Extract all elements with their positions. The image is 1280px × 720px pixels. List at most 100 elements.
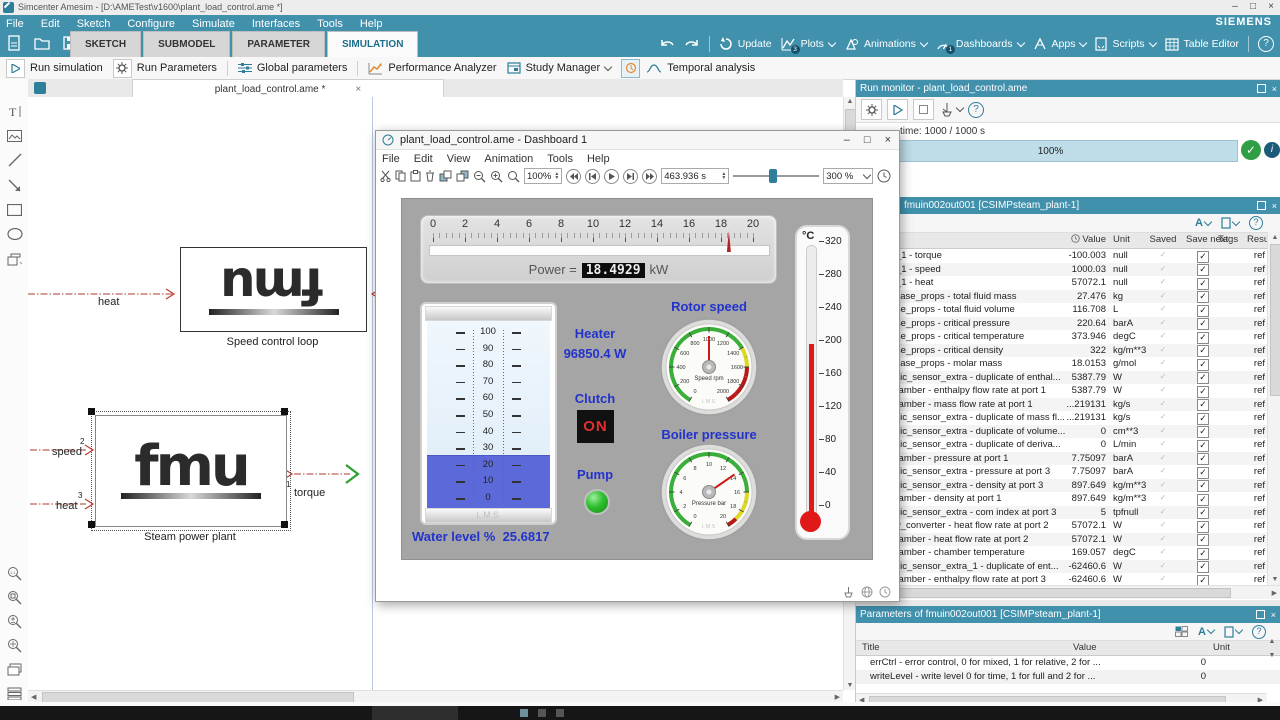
variables-horizontal-scrollbar[interactable]: ▶ [856,585,1280,599]
zoom-selection-icon[interactable] [6,637,23,654]
menu-item-sketch[interactable]: Sketch [77,18,111,30]
zoom-spinner[interactable]: 100%▲▼ [524,168,562,184]
plots-button[interactable]: 3 Plots [781,37,835,51]
variable-row[interactable]: @two_phase_props - molar mass18.0153g/mo… [856,357,1267,371]
save-next-checkbox[interactable]: ✓ [1197,453,1209,465]
dashboard-close-button[interactable]: × [885,134,891,146]
image-tool-icon[interactable] [6,127,23,144]
send-backward-icon[interactable] [456,170,469,182]
menu-item-help[interactable]: Help [360,18,383,30]
time-spinner[interactable]: 463.936 s▲▼ [661,168,729,184]
tab-close-icon[interactable]: × [355,84,361,95]
parameter-value[interactable]: 0 [1106,657,1206,668]
arrow-tool-icon[interactable] [6,177,23,194]
menu-item-file[interactable]: File [382,153,400,165]
close-panel-icon[interactable]: × [1271,610,1276,620]
temporal-analysis-button[interactable]: Temporal analysis [621,59,755,78]
layout-grid-icon[interactable] [1175,626,1188,637]
column-title[interactable]: Title [862,642,880,653]
step-forward-button[interactable] [623,169,638,184]
parameter-value[interactable]: 0 [1106,671,1206,682]
save-next-checkbox[interactable]: ✓ [1197,480,1209,492]
performance-analyzer-button[interactable]: Performance Analyzer [368,62,496,75]
save-next-checkbox[interactable]: ✓ [1197,494,1209,506]
save-next-checkbox[interactable]: ✓ [1197,440,1209,452]
zoom-100-icon[interactable]: 1:1 [6,565,23,582]
variable-row[interactable]: two_phase_props - total fluid volume116.… [856,303,1267,317]
menu-item-interfaces[interactable]: Interfaces [252,18,300,30]
variable-row[interactable]: tpf_generic_sensor_extra - duplicate of … [856,425,1267,439]
taskbar-icon[interactable] [556,709,564,717]
menu-item-simulate[interactable]: Simulate [192,18,235,30]
save-next-checkbox[interactable]: ✓ [1197,359,1209,371]
rewind-button[interactable] [566,169,581,184]
cut-icon[interactable] [380,170,391,182]
menu-item-edit[interactable]: Edit [41,18,60,30]
tab-sketch[interactable]: SKETCH [70,31,141,57]
close-panel-icon[interactable]: × [1272,201,1277,211]
export-icon[interactable] [1224,626,1242,638]
parameters-vertical-scrollbar[interactable]: ▲▼ [1266,638,1278,659]
save-next-checkbox[interactable]: ✓ [1197,372,1209,384]
run-settings-gear-icon[interactable] [861,99,882,120]
update-button[interactable]: Update [719,37,772,51]
dashboard-title-bar[interactable]: plant_load_control.ame - Dashboard 1 – □… [376,131,899,150]
variable-row[interactable]: expseu__1 - heat57072.1null✓✓ref [856,276,1267,290]
text-tool-icon[interactable]: T [6,103,23,120]
variable-row[interactable]: tpf_generic_sensor_extra - duplicate of … [856,411,1267,425]
dashboards-button[interactable]: 1 Dashboards [936,37,1024,51]
zoom-out-icon[interactable] [473,170,486,183]
save-next-checkbox[interactable]: ✓ [1197,426,1209,438]
new-file-button[interactable] [4,33,24,53]
save-next-checkbox[interactable]: ✓ [1197,548,1209,560]
float-panel-icon[interactable] [1257,201,1266,210]
open-file-button[interactable] [32,33,52,53]
parameter-row[interactable]: writeLevel - write level 0 for time, 1 f… [856,670,1280,684]
taskbar-app-button[interactable] [372,706,458,720]
windows-taskbar[interactable] [0,706,1280,720]
save-next-checkbox[interactable]: ✓ [1197,318,1209,330]
cascade-windows-icon[interactable] [6,661,23,678]
variables-vertical-scrollbar[interactable]: ▲ ▼ [1267,232,1280,585]
variable-row[interactable]: tpf_generic_sensor_extra - duplicate of … [856,371,1267,385]
variable-row[interactable]: @two_phase_props - total fluid mass27.47… [856,290,1267,304]
save-next-checkbox[interactable]: ✓ [1197,386,1209,398]
tab-parameter[interactable]: PARAMETER [232,31,325,57]
document-tab[interactable]: plant_load_control.ame * × [132,79,444,98]
undo-button[interactable] [659,38,675,51]
save-next-checkbox[interactable]: ✓ [1197,291,1209,303]
variable-row[interactable]: tpf_generic_sensor_extra - pressure at p… [856,465,1267,479]
save-next-checkbox[interactable]: ✓ [1197,399,1209,411]
close-button[interactable]: × [1264,1,1278,13]
save-next-checkbox[interactable]: ✓ [1197,467,1209,479]
variable-row[interactable]: tpf_generic_sensor_extra_1 - duplicate o… [856,560,1267,574]
global-parameters-button[interactable]: Global parameters [238,62,348,74]
scrollbar-thumb[interactable] [1270,244,1280,396]
scrollbar-thumb[interactable] [859,588,1231,598]
menu-item-tools[interactable]: Tools [317,18,343,30]
close-panel-icon[interactable]: × [1272,84,1277,94]
variable-row[interactable]: tpf_st_chamber - chamber temperature169.… [856,546,1267,560]
float-panel-icon[interactable] [1256,610,1265,619]
run-parameters-button[interactable]: Run Parameters [113,59,217,78]
run-stop-icon[interactable] [913,99,934,120]
fast-forward-button[interactable] [642,169,657,184]
save-next-checkbox[interactable]: ✓ [1197,534,1209,546]
notification-icon[interactable]: i [1264,142,1280,158]
realtime-clock-icon[interactable] [877,169,891,183]
variable-row[interactable]: tpf_generic_sensor_extra - com index at … [856,506,1267,520]
animations-button[interactable]: Animations [844,37,927,51]
column-value[interactable]: Value [1073,642,1097,653]
delete-icon[interactable] [425,170,435,182]
save-next-checkbox[interactable]: ✓ [1197,507,1209,519]
step-back-button[interactable] [585,169,600,184]
block-speed-control-loop[interactable]: fmu [180,247,367,332]
line-tool-icon[interactable] [6,151,23,168]
taskbar-icon[interactable] [520,709,528,717]
dashboard-minimize-button[interactable]: – [844,134,850,146]
save-next-checkbox[interactable]: ✓ [1197,305,1209,317]
float-panel-icon[interactable] [1257,84,1266,93]
selection-handle[interactable] [88,408,95,415]
zoom-fit-icon[interactable] [6,589,23,606]
export-icon[interactable] [1221,217,1239,229]
